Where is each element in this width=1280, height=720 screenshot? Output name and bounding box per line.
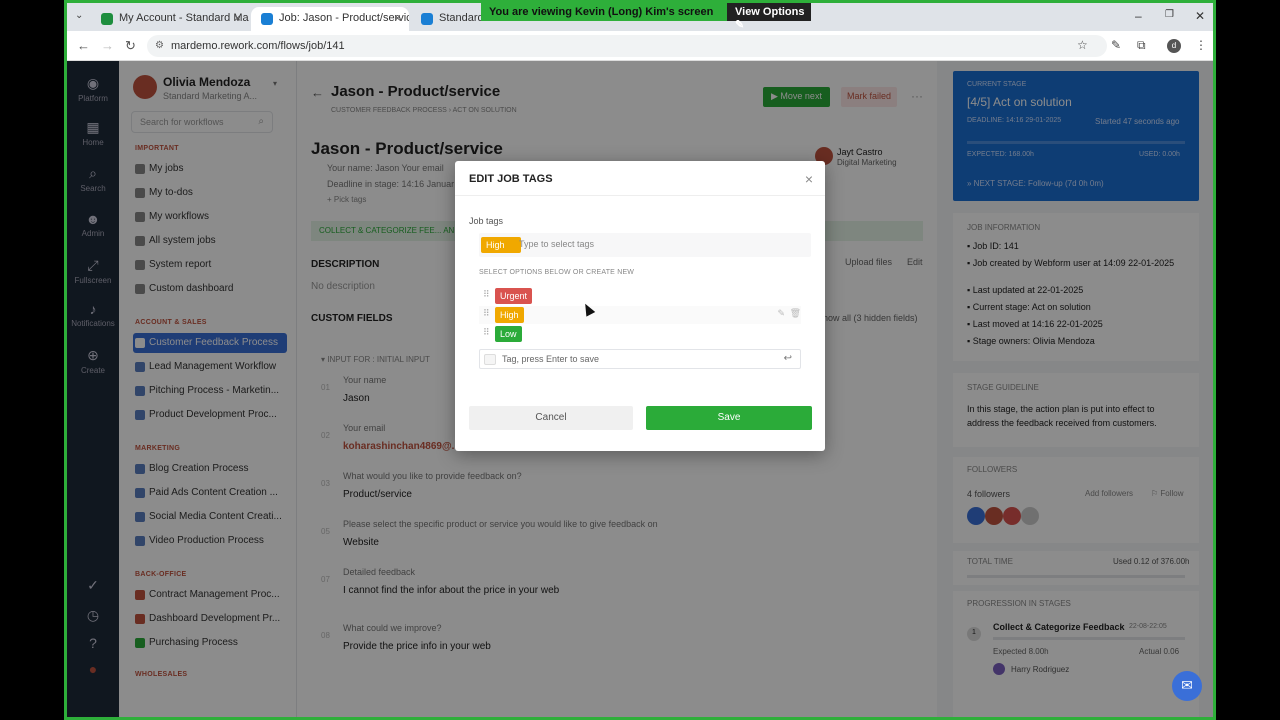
save-button[interactable]: Save <box>646 406 812 430</box>
chat-bubble-button[interactable]: ✉ <box>1172 671 1202 701</box>
back-icon[interactable]: ← <box>77 38 90 53</box>
browser-menu-icon[interactable]: ⋮ <box>1195 38 1207 52</box>
screen-share-banner: You are viewing Kevin (Long) Kim's scree… <box>481 3 811 31</box>
browser-tab-account[interactable]: My Account - Standard Marketi × <box>91 7 249 31</box>
banner-text: You are viewing Kevin (Long) Kim's scree… <box>489 6 714 18</box>
favicon-icon <box>421 13 433 25</box>
tag-option-urgent[interactable]: ⠿ Urgent <box>479 287 801 305</box>
close-tab-icon[interactable]: × <box>394 11 401 25</box>
tab-list-icon[interactable]: ⌄ <box>75 10 83 21</box>
bookmark-star-icon[interactable]: ☆ <box>1077 38 1088 52</box>
cancel-button[interactable]: Cancel <box>469 406 633 430</box>
trash-icon[interactable]: 🗑 <box>790 308 801 319</box>
extension-icon[interactable]: ✎ <box>1111 38 1121 52</box>
site-info-icon[interactable]: ⚙ <box>155 40 164 51</box>
enter-return-icon[interactable]: ↩ <box>784 353 792 364</box>
chat-icon: ✉ <box>1181 677 1193 693</box>
tag-chip: High <box>495 307 524 323</box>
profile-avatar[interactable]: d <box>1167 39 1181 53</box>
tab-label: Job: Jason - Product/service - C <box>279 12 409 24</box>
shared-screen-frame: ⌄ My Account - Standard Marketi × Job: J… <box>64 0 1216 720</box>
tag-option-high[interactable]: ⠿ High ✎ 🗑 <box>479 306 801 324</box>
job-tags-label: Job tags <box>469 216 504 226</box>
favicon-icon <box>101 13 113 25</box>
drag-handle-icon[interactable]: ⠿ <box>483 308 490 319</box>
new-tag-input[interactable]: Tag, press Enter to save ↩ <box>479 349 801 369</box>
url-text: mardemo.rework.com/flows/job/141 <box>171 40 345 52</box>
browser-tab-standard[interactable]: Standard M <box>411 7 481 31</box>
edit-job-tags-dialog: EDIT JOB TAGS × Job tags High × Type to … <box>455 161 825 451</box>
tab-label: My Account - Standard Marketi <box>119 12 249 24</box>
tag-input-placeholder: Type to select tags <box>519 239 595 249</box>
reload-icon[interactable]: ↻ <box>125 38 136 54</box>
new-tag-placeholder: Tag, press Enter to save <box>502 354 600 364</box>
options-label: SELECT OPTIONS BELOW OR CREATE NEW <box>479 269 635 276</box>
tab-label: Standard M <box>439 12 481 24</box>
close-tab-icon[interactable]: × <box>234 11 241 25</box>
minimize-icon[interactable]: – <box>1135 9 1142 23</box>
tag-select-input[interactable]: High × Type to select tags <box>479 233 811 257</box>
selected-tag-label: High <box>486 240 505 250</box>
tag-chip: Urgent <box>495 288 533 304</box>
drag-handle-icon[interactable]: ⠿ <box>483 327 490 338</box>
selected-tag-chip: High <box>481 237 521 253</box>
tag-chip: Low <box>495 326 522 342</box>
dialog-title: EDIT JOB TAGS <box>469 173 553 185</box>
tag-option-low[interactable]: ⠿ Low <box>479 325 801 343</box>
maximize-icon[interactable]: ❐ <box>1165 9 1174 20</box>
favicon-icon <box>261 13 273 25</box>
drag-handle-icon[interactable]: ⠿ <box>483 289 490 300</box>
browser-tab-job[interactable]: Job: Jason - Product/service - C × <box>251 7 409 31</box>
divider <box>455 195 825 196</box>
view-options-label: View Options <box>735 6 805 18</box>
view-options-button[interactable]: View Options ✎ <box>727 3 811 31</box>
close-icon[interactable]: × <box>805 171 813 187</box>
forward-icon[interactable]: → <box>101 38 114 53</box>
edit-pencil-icon[interactable]: ✎ <box>777 308 785 319</box>
address-bar: ← → ↻ ⚙ mardemo.rework.com/flows/job/141… <box>67 31 1213 61</box>
extensions-puzzle-icon[interactable]: ⧉ <box>1137 38 1146 53</box>
url-field[interactable]: ⚙ mardemo.rework.com/flows/job/141 <box>147 35 1107 57</box>
close-window-icon[interactable]: ✕ <box>1195 9 1205 23</box>
color-swatch[interactable] <box>484 354 496 365</box>
